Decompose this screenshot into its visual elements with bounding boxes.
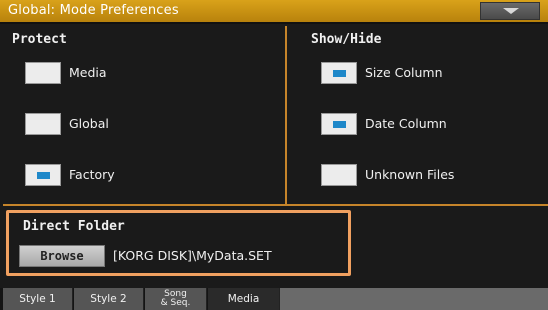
direct-folder-title: Direct Folder <box>23 219 125 234</box>
checked-mark-icon <box>333 70 346 77</box>
page-menu-button[interactable] <box>480 2 540 20</box>
direct-folder-path: [KORG DISK]\MyData.SET <box>113 248 272 263</box>
browse-button[interactable]: Browse <box>19 245 105 267</box>
direct-folder-section: Direct Folder Browse [KORG DISK]\MyData.… <box>6 210 351 276</box>
show-hide-title: Show/Hide <box>311 32 382 47</box>
size-column-label: Size Column <box>365 65 443 80</box>
triangle-down-icon <box>503 8 519 14</box>
page-title: Global: Mode Preferences <box>8 3 179 18</box>
unknown-files-checkbox[interactable] <box>321 164 357 186</box>
protect-factory-label: Factory <box>69 167 115 182</box>
section-divider <box>3 204 548 206</box>
tab-style-2[interactable]: Style 2 <box>74 288 144 310</box>
date-column-label: Date Column <box>365 116 447 131</box>
protect-media-label: Media <box>69 65 107 80</box>
size-column-checkbox[interactable] <box>321 62 357 84</box>
protect-global-checkbox[interactable] <box>25 113 61 135</box>
show-hide-panel: Show/Hide Size Column Date Column Unknow… <box>289 26 548 204</box>
protect-title: Protect <box>12 32 67 47</box>
protect-panel: Protect Media Global Factory <box>3 26 287 204</box>
checked-mark-icon <box>333 121 346 128</box>
protect-factory-checkbox[interactable] <box>25 164 61 186</box>
checked-mark-icon <box>37 172 50 179</box>
protect-media-checkbox[interactable] <box>25 62 61 84</box>
title-bar: Global: Mode Preferences <box>0 0 548 24</box>
tab-song-seq[interactable]: Song & Seq. <box>145 288 207 310</box>
tab-bar-filler <box>280 288 548 310</box>
date-column-checkbox[interactable] <box>321 113 357 135</box>
tab-bar: Style 1 Style 2 Song & Seq. Media <box>0 288 548 310</box>
unknown-files-label: Unknown Files <box>365 167 455 182</box>
tab-media[interactable]: Media <box>208 288 280 310</box>
protect-global-label: Global <box>69 116 109 131</box>
tab-song-seq-line2: & Seq. <box>160 298 191 308</box>
tab-style-1[interactable]: Style 1 <box>3 288 73 310</box>
